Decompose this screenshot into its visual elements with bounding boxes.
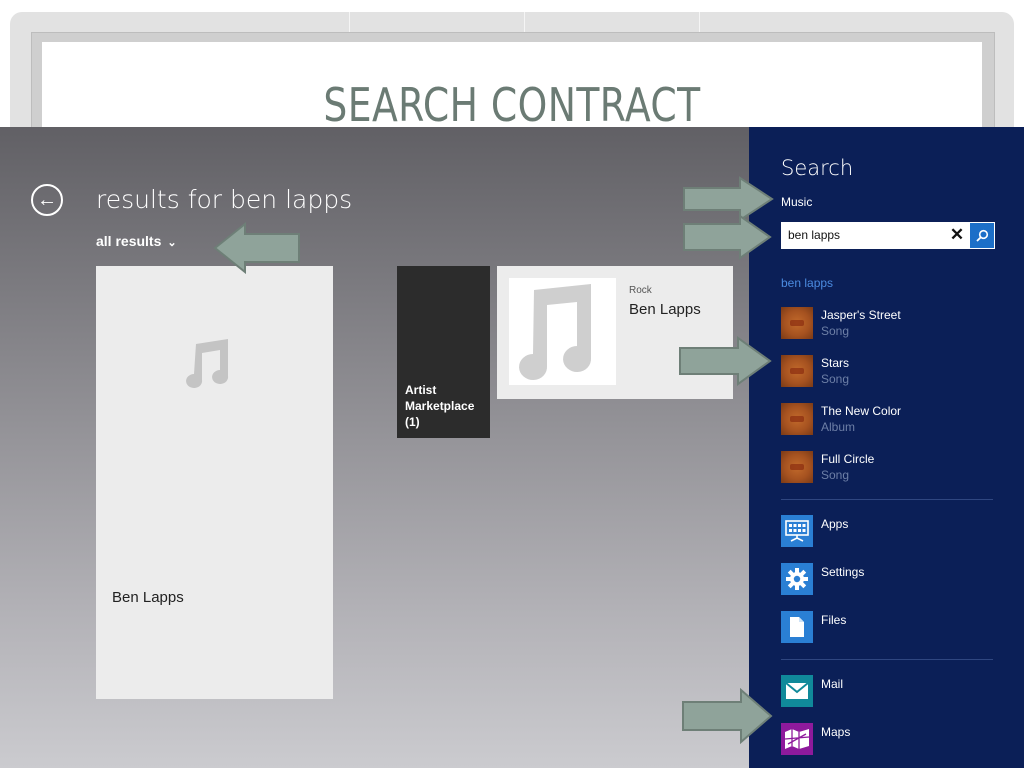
suggestion-type: Song [821,372,850,386]
target-label: Maps [821,725,851,739]
frame-divider [524,12,525,32]
suggestion-item[interactable]: Stars Song [781,355,1001,389]
search-box: ✕ [781,222,995,249]
suggestion-title: The New Color [821,404,902,418]
search-results-app: ← results for ben lapps all results ⌄ Ben… [0,127,749,768]
slide-title: SEARCH CONTRACT [323,78,701,132]
album-art-icon [781,307,813,339]
search-target-files[interactable]: Files [781,611,1001,645]
file-icon [781,611,813,643]
divider [781,659,993,660]
results-heading: results for ben lapps [96,185,353,214]
target-label: Apps [821,517,849,531]
callout-arrow-right [679,336,772,386]
frame-divider [349,12,350,32]
suggestion-item[interactable]: Jasper's Street Song [781,307,1001,341]
music-note-icon [186,339,229,388]
result-tile-large[interactable]: Ben Lapps [96,266,333,699]
suggestion-item[interactable]: Full Circle Song [781,451,1001,485]
back-button[interactable]: ← [31,184,63,216]
map-icon [781,723,813,755]
artist-name: Ben Lapps [629,301,701,318]
search-target-mail[interactable]: Mail [781,675,1001,709]
group-label-line: Artist [405,383,437,397]
suggestion-title: Jasper's Street [821,308,901,322]
filter-label: all results [96,233,162,249]
search-scope-app[interactable]: Music [781,195,812,209]
callout-arrow-left [213,222,300,274]
divider [781,499,993,500]
pane-title: Search [781,156,854,180]
search-target-apps[interactable]: Apps [781,515,1001,549]
back-arrow-icon: ← [37,188,57,211]
group-label-line: Marketplace [405,399,475,413]
suggestion-type: Song [821,468,850,482]
search-button[interactable] [970,223,994,248]
suggestion-type: Album [821,420,856,434]
frame-divider [699,12,700,32]
search-icon [976,229,989,242]
search-charm-pane: Search Music ✕ ben lapps Jasper's Street… [749,127,1024,768]
search-target-settings[interactable]: Settings [781,563,1001,597]
music-note-icon [519,284,592,380]
clear-icon[interactable]: ✕ [948,225,966,245]
target-label: Settings [821,565,865,579]
apps-icon [781,515,813,547]
artist-genre: Rock [629,285,652,296]
callout-arrow-right [683,214,772,260]
target-label: Mail [821,677,844,691]
suggestion-item[interactable]: The New Color Album [781,403,1001,437]
group-count: (1) [405,415,420,429]
album-art-icon [781,403,813,435]
target-label: Files [821,613,847,627]
group-header-tile[interactable]: Artist Marketplace (1) [397,266,490,438]
suggestion-title: Full Circle [821,452,875,466]
suggestions-header[interactable]: ben lapps [781,276,833,290]
results-filter-dropdown[interactable]: all results ⌄ [96,233,177,249]
chevron-down-icon: ⌄ [167,237,177,249]
search-target-maps[interactable]: Maps [781,723,1001,757]
mail-icon [781,675,813,707]
suggestion-title: Stars [821,356,850,370]
callout-arrow-right [682,688,773,744]
search-input[interactable] [788,226,938,244]
result-tile-name: Ben Lapps [112,589,184,606]
artist-art [509,278,616,385]
suggestion-type: Song [821,324,850,338]
album-art-icon [781,451,813,483]
gear-icon [781,563,813,595]
album-art-icon [781,355,813,387]
